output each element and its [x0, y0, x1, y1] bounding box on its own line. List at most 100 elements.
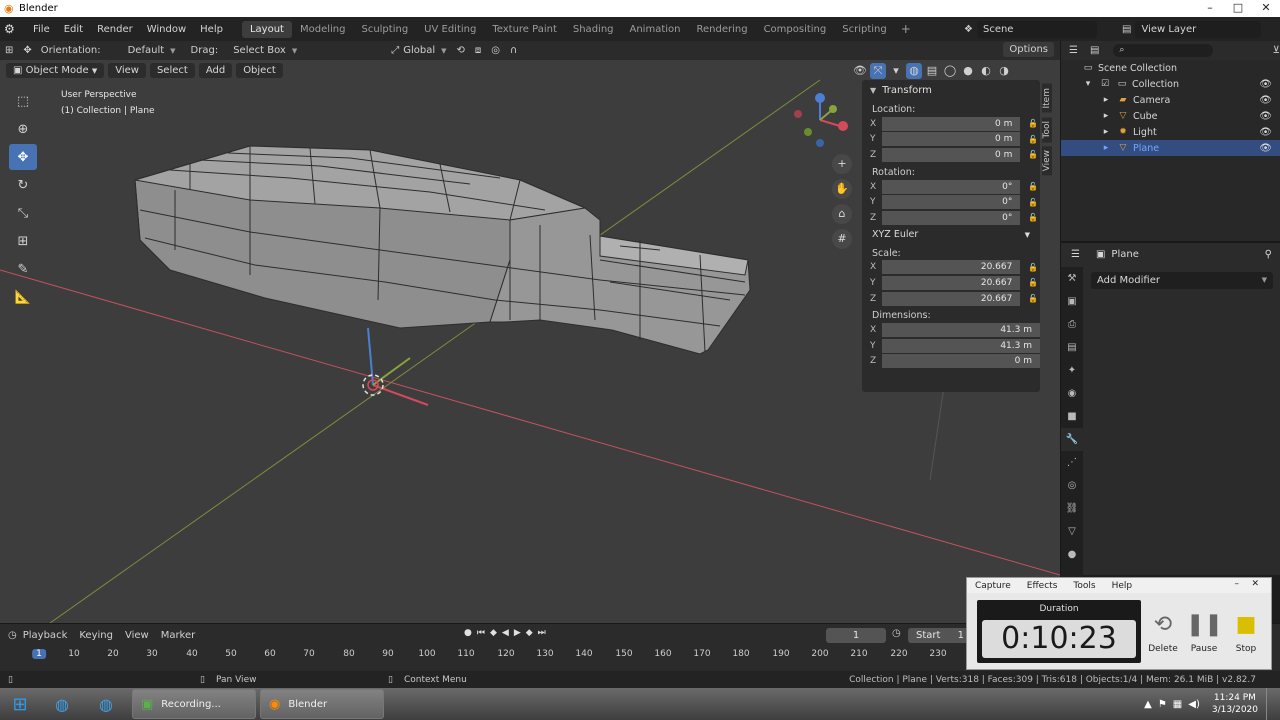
- tab-shading[interactable]: Shading: [565, 21, 622, 38]
- expand-triangle-icon[interactable]: ▸: [1099, 143, 1113, 153]
- eye-icon[interactable]: 👁: [1259, 127, 1272, 138]
- xray-icon[interactable]: ▤: [924, 63, 940, 79]
- taskbar-blender-app[interactable]: ◉ Blender: [260, 689, 384, 719]
- keying-menu[interactable]: Keying: [73, 630, 119, 641]
- drag-dropdown[interactable]: Select Box ▼: [228, 45, 302, 56]
- overlay-icon[interactable]: ▾: [888, 63, 904, 79]
- transform-orientation-dropdown[interactable]: ⤢ Global ▼: [386, 45, 451, 56]
- rendered-shading-icon[interactable]: ◑: [996, 63, 1012, 79]
- transform-icon[interactable]: ⊞: [9, 228, 37, 254]
- prev-keyframe-icon[interactable]: ◆: [490, 628, 497, 638]
- browser-icon[interactable]: ◍: [40, 688, 84, 720]
- wireframe-shading-icon[interactable]: ◯: [942, 63, 958, 79]
- modifier-tab-icon[interactable]: 🔧: [1061, 428, 1083, 451]
- timeline-view-menu[interactable]: View: [119, 630, 155, 641]
- zoom-icon[interactable]: +: [832, 154, 852, 174]
- display-mode-icon[interactable]: ▤: [1090, 45, 1099, 56]
- add-menu[interactable]: Add: [198, 63, 233, 78]
- jump-end-icon[interactable]: ⏭: [538, 628, 546, 638]
- maximize-button[interactable]: □: [1224, 0, 1252, 17]
- timeline-ruler[interactable]: 1 10 20 30 40 50 60 70 80 90 100 110 120 130 140 150 160…: [0, 646, 968, 664]
- perspective-grid-icon[interactable]: #: [832, 229, 852, 249]
- tab-modeling[interactable]: Modeling: [292, 21, 354, 38]
- outliner-item-plane[interactable]: ▸ ▽ Plane 👁: [1061, 140, 1280, 156]
- next-keyframe-icon[interactable]: ◆: [526, 628, 533, 638]
- object-menu[interactable]: Object: [236, 63, 283, 78]
- tab-view[interactable]: View: [1042, 145, 1052, 176]
- material-tab-icon[interactable]: ●: [1061, 543, 1083, 566]
- jump-start-icon[interactable]: ⏮: [477, 628, 485, 638]
- particles-tab-icon[interactable]: ⋰: [1061, 451, 1083, 474]
- tab-texture-paint[interactable]: Texture Paint: [484, 21, 565, 38]
- menu-help[interactable]: Help: [193, 24, 230, 35]
- outliner-item-cube[interactable]: ▸ ▽ Cube 👁: [1061, 108, 1280, 124]
- select-box-icon[interactable]: ⬚: [9, 88, 37, 114]
- lock-icon[interactable]: 🔓: [1026, 263, 1040, 272]
- rotation-z-field[interactable]: 0°: [881, 210, 1021, 225]
- rotation-mode-dropdown[interactable]: XYZ Euler ▼: [862, 226, 1040, 244]
- object-tab-icon[interactable]: ■: [1061, 405, 1083, 428]
- volume-icon[interactable]: ◀): [1188, 699, 1200, 710]
- tab-uv-editing[interactable]: UV Editing: [416, 21, 484, 38]
- falloff-icon[interactable]: ∩: [505, 45, 522, 56]
- outliner-item-light[interactable]: ▸ ✹ Light 👁: [1061, 124, 1280, 140]
- marker-menu[interactable]: Marker: [155, 630, 202, 641]
- scene-selector[interactable]: ❖ Scene: [964, 20, 1112, 38]
- tab-sculpting[interactable]: Sculpting: [353, 21, 416, 38]
- blender-menu-icon[interactable]: ⚙: [4, 22, 26, 36]
- mode-dropdown[interactable]: ▣ Object Mode ▼: [6, 63, 105, 78]
- scene-tab-icon[interactable]: ✦: [1061, 359, 1083, 382]
- physics-tab-icon[interactable]: ◎: [1061, 474, 1083, 497]
- dimensions-z-field[interactable]: 0 m: [881, 354, 1040, 369]
- options-button[interactable]: Options: [1003, 42, 1054, 57]
- clock-icon[interactable]: ◷: [8, 630, 17, 641]
- lock-icon[interactable]: 🔓: [1026, 182, 1040, 191]
- annotate-icon[interactable]: ✎: [9, 256, 37, 282]
- rotation-y-field[interactable]: 0°: [881, 195, 1021, 210]
- overlays-toggle-icon[interactable]: ◍: [906, 63, 922, 79]
- lock-icon[interactable]: 🔓: [1026, 119, 1040, 128]
- pivot-icon[interactable]: ⟲: [452, 45, 470, 56]
- view-layer-tab-icon[interactable]: ▤: [1061, 336, 1083, 359]
- move-icon[interactable]: ✥: [9, 144, 37, 170]
- expand-triangle-icon[interactable]: ▸: [1099, 127, 1113, 137]
- lock-icon[interactable]: 🔓: [1026, 198, 1040, 207]
- eye-icon[interactable]: 👁: [1259, 79, 1272, 90]
- scene-field[interactable]: Scene: [976, 20, 1097, 38]
- tab-item[interactable]: Item: [1042, 84, 1052, 113]
- scale-z-field[interactable]: 20.667: [881, 291, 1021, 306]
- clock-icon[interactable]: ◷: [892, 628, 901, 639]
- capture-menu[interactable]: Capture: [967, 581, 1019, 591]
- tab-rendering[interactable]: Rendering: [688, 21, 755, 38]
- filter-icon[interactable]: ⊻: [1273, 45, 1280, 56]
- expand-triangle-icon[interactable]: ▸: [1099, 111, 1113, 121]
- orientation-dropdown[interactable]: Default ▼: [123, 45, 181, 56]
- location-y-field[interactable]: 0 m: [881, 132, 1021, 147]
- record-icon[interactable]: ●: [464, 628, 472, 638]
- eye-icon[interactable]: 👁: [1259, 95, 1272, 106]
- tab-tool[interactable]: Tool: [1042, 116, 1052, 142]
- scale-y-field[interactable]: 20.667: [881, 275, 1021, 290]
- tab-layout[interactable]: Layout: [241, 20, 292, 38]
- lock-icon[interactable]: 🔓: [1026, 135, 1040, 144]
- proportional-edit-icon[interactable]: ◎: [486, 45, 505, 56]
- lock-icon[interactable]: 🔓: [1026, 294, 1040, 303]
- lock-icon[interactable]: 🔓: [1026, 213, 1040, 222]
- menu-window[interactable]: Window: [140, 24, 193, 35]
- rotate-icon[interactable]: ↻: [9, 172, 37, 198]
- data-tab-icon[interactable]: ▽: [1061, 520, 1083, 543]
- output-tab-icon[interactable]: ⎙: [1061, 313, 1083, 336]
- recorder-help-menu[interactable]: Help: [1104, 581, 1141, 591]
- play-icon[interactable]: ▶: [514, 628, 521, 638]
- tab-scripting[interactable]: Scripting: [834, 21, 894, 38]
- current-frame-field[interactable]: 1: [826, 628, 886, 643]
- delete-button[interactable]: ⟲ Delete: [1145, 610, 1181, 654]
- location-x-field[interactable]: 0 m: [881, 116, 1021, 131]
- outliner-item-collection[interactable]: ▾ ☑ ▭ Collection 👁: [1061, 76, 1280, 92]
- checkbox-icon[interactable]: ☑: [1098, 79, 1112, 89]
- explorer-icon[interactable]: ◍: [84, 688, 128, 720]
- menu-render[interactable]: Render: [90, 24, 140, 35]
- start-frame-field[interactable]: Start 1: [908, 628, 968, 643]
- lock-icon[interactable]: 🔓: [1026, 278, 1040, 287]
- flag-icon[interactable]: ⚑: [1158, 699, 1167, 710]
